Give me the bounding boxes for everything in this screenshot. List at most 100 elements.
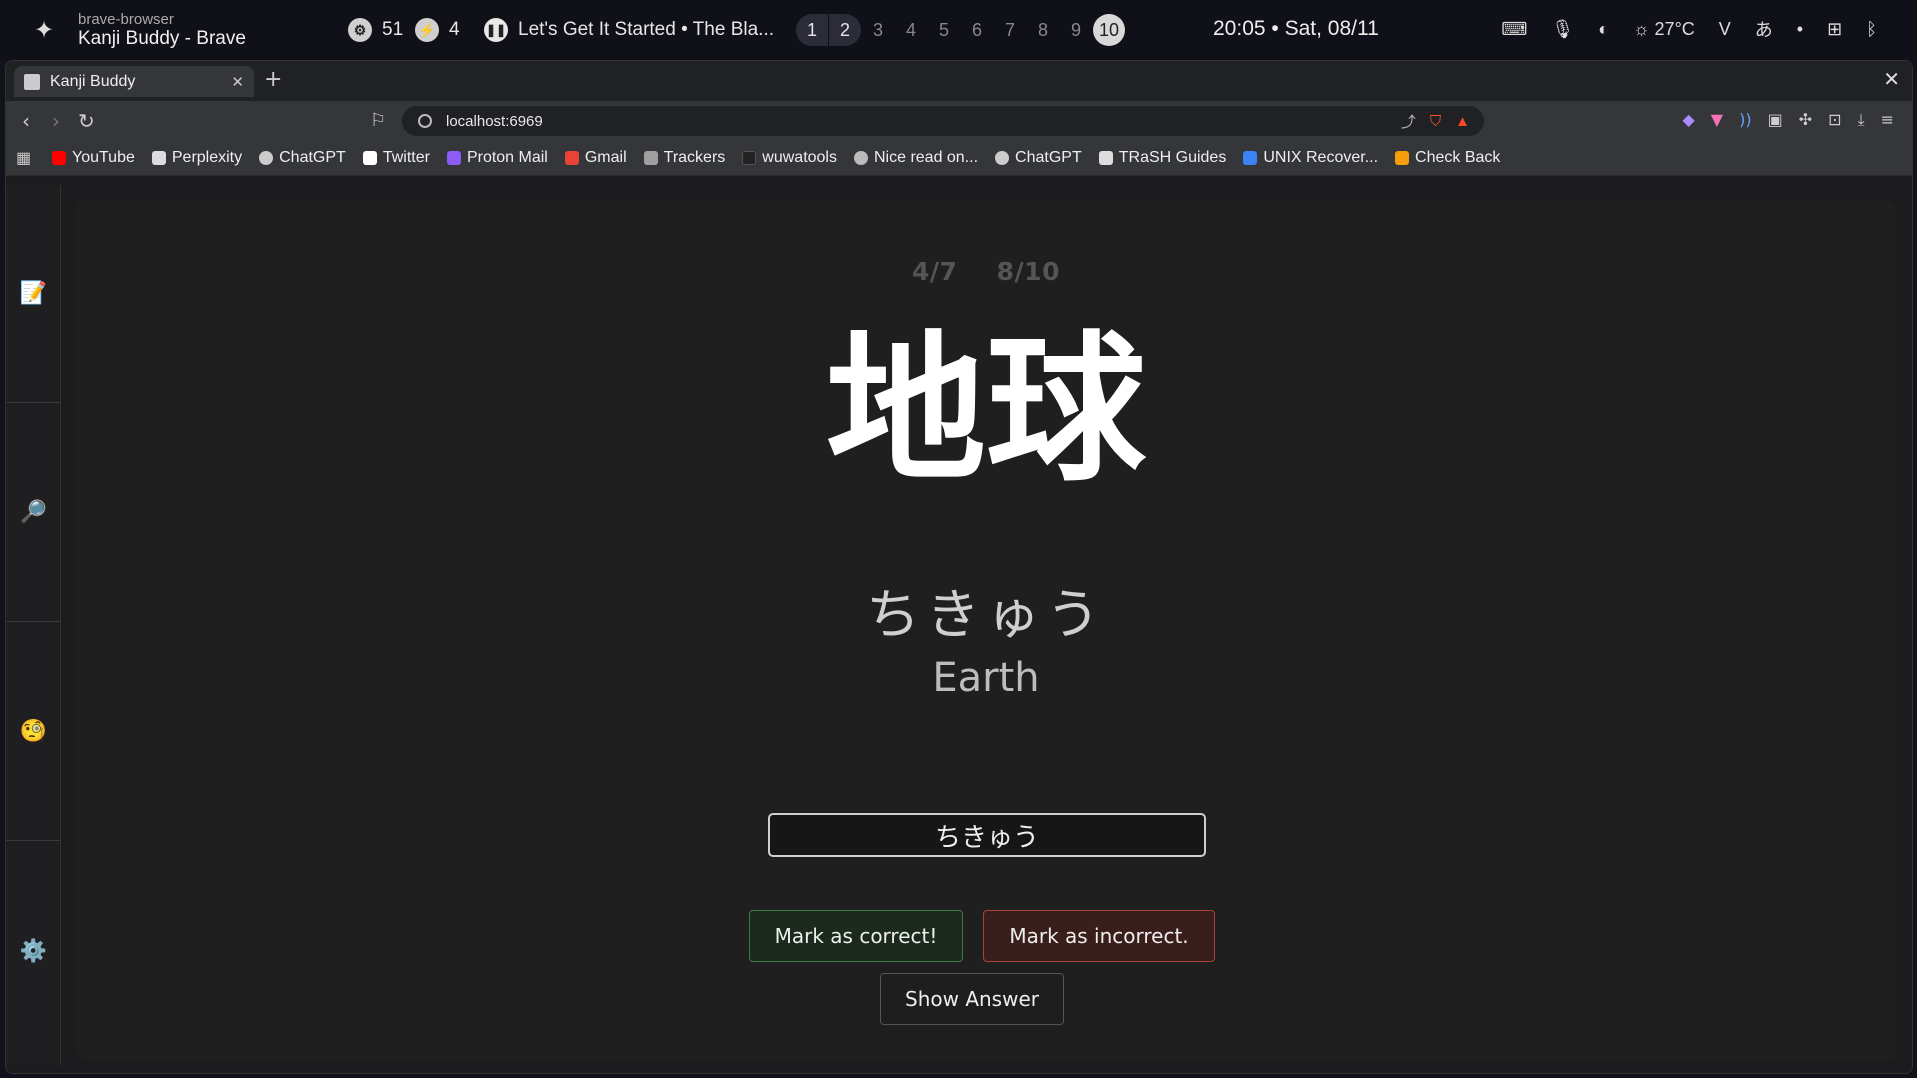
keyboard-icon[interactable]: ⌨ xyxy=(1501,19,1527,40)
vscode-tray-icon[interactable]: V xyxy=(1719,19,1731,40)
chatgpt-icon xyxy=(259,151,274,165)
apps-grid-icon[interactable]: ▦ xyxy=(16,148,36,168)
mark-incorrect-button[interactable]: Mark as incorrect. xyxy=(983,910,1215,962)
extensions-area: ◆ ▼ )) ▣ ✣ ⊡ ⤓ ≡ xyxy=(1682,110,1894,130)
address-bar[interactable]: localhost:6969 ⤴ ⛉ ▲ xyxy=(402,106,1484,136)
sidebar-item-search[interactable]: 🔎 xyxy=(6,404,61,622)
bookmark-nice-read[interactable]: Nice read on... xyxy=(853,149,978,167)
bookmark-icon[interactable]: ⚐ xyxy=(370,110,386,131)
bookmark-twitter[interactable]: Twitter xyxy=(362,149,430,167)
media-title: Let's Get It Started • The Bla... xyxy=(518,19,774,40)
pause-icon[interactable]: ❚❚ xyxy=(484,18,508,42)
extension-gem-icon[interactable]: ◆ xyxy=(1682,110,1694,130)
kana-reading: ちきゅう xyxy=(866,583,1106,646)
cpu-indicator: ⚙ 51 xyxy=(348,18,403,42)
answer-input[interactable] xyxy=(768,813,1206,857)
active-window-label: brave-browser Kanji Buddy - Brave xyxy=(78,12,246,48)
window-close-icon[interactable]: ✕ xyxy=(1883,67,1900,91)
menu-icon[interactable]: ≡ xyxy=(1881,110,1894,130)
workspace-2[interactable]: 2 xyxy=(829,14,861,46)
back-icon[interactable]: ‹ xyxy=(22,109,30,133)
workspace-1[interactable]: 1 xyxy=(796,14,828,46)
bookmark-youtube[interactable]: YouTube xyxy=(52,149,135,167)
check-back-icon xyxy=(1395,151,1410,165)
workspace-3[interactable]: 3 xyxy=(862,14,894,46)
workspace-5[interactable]: 5 xyxy=(928,14,960,46)
bookmark-trash-guides[interactable]: TRaSH Guides xyxy=(1098,149,1227,167)
active-window-title: Kanji Buddy - Brave xyxy=(78,28,246,49)
tab-strip: Kanji Buddy ✕ + ✕ xyxy=(6,61,1912,101)
dot-icon: • xyxy=(1796,18,1804,39)
cpu-icon: ⚙ xyxy=(348,18,372,42)
bookmark-perplexity[interactable]: Perplexity xyxy=(151,149,242,167)
bookmark-gmail[interactable]: Gmail xyxy=(564,149,627,167)
workspace-7[interactable]: 7 xyxy=(994,14,1026,46)
nice-read-icon xyxy=(853,151,868,165)
show-answer-button[interactable]: Show Answer xyxy=(880,973,1064,1025)
youtube-icon xyxy=(52,151,66,165)
bookmark-label: Check Back xyxy=(1415,149,1501,166)
workspace-10[interactable]: 10 xyxy=(1093,14,1125,46)
bookmark-proton-mail[interactable]: Proton Mail xyxy=(446,149,548,167)
bookmark-label: wuwatools xyxy=(762,149,837,166)
bookmark-label: Twitter xyxy=(382,149,430,166)
brave-shields-icon[interactable]: ⛉ xyxy=(1430,113,1441,130)
proton-icon xyxy=(446,151,461,165)
input-method-icon[interactable]: あ xyxy=(1755,16,1773,42)
workspace-switcher: 1 2 3 4 5 6 7 8 9 10 xyxy=(796,14,1126,46)
new-tab-icon[interactable]: + xyxy=(264,67,282,92)
app-sidebar: 📝 🔎 🧐 ⚙️ xyxy=(6,185,61,1065)
media-player[interactable]: ❚❚ Let's Get It Started • The Bla... xyxy=(484,18,774,42)
browser-toolbar: ‹ › ↻ ⚐ localhost:6969 ⤴ ⛉ ▲ ◆ ▼ )) ▣ ✣ … xyxy=(6,101,1912,141)
progress-counter-a: 4/7 xyxy=(912,257,958,286)
url-text: localhost:6969 xyxy=(446,112,543,130)
site-info-icon[interactable] xyxy=(418,114,432,128)
share-icon[interactable]: ⤴ xyxy=(1401,111,1416,132)
forward-icon[interactable]: › xyxy=(52,109,60,133)
active-window-class: brave-browser xyxy=(78,11,174,28)
bookmark-check-back[interactable]: Check Back xyxy=(1395,149,1500,167)
perplexity-icon xyxy=(151,151,166,165)
extension-filter-icon[interactable]: ▼ xyxy=(1711,110,1723,130)
downloads-icon[interactable]: ⤓ xyxy=(1858,110,1865,130)
bookmark-chatgpt[interactable]: ChatGPT xyxy=(259,149,346,167)
sidebar-item-settings[interactable]: ⚙️ xyxy=(6,842,61,1060)
launcher-icon[interactable]: ✦ xyxy=(34,16,54,45)
idle-inhibitor-icon[interactable]: ◐ xyxy=(1598,19,1609,40)
workspace-6[interactable]: 6 xyxy=(961,14,993,46)
workspace-9[interactable]: 9 xyxy=(1060,14,1092,46)
kanji-display: 地球 xyxy=(825,316,1146,503)
memo-icon: 📝 xyxy=(19,281,48,306)
microphone-icon[interactable]: 🎙 xyxy=(1551,19,1574,40)
extension-reader-icon[interactable]: ▣ xyxy=(1768,110,1783,130)
tab-close-icon[interactable]: ✕ xyxy=(231,73,244,91)
bookmark-label: TRaSH Guides xyxy=(1118,149,1227,166)
bookmark-label: YouTube xyxy=(72,149,135,166)
sidebar-item-quiz[interactable]: 🧐 xyxy=(6,623,61,841)
progress-counter-b: 8/10 xyxy=(996,257,1060,286)
magnifier-icon: 🔎 xyxy=(19,500,48,525)
sun-icon: ☼ xyxy=(1633,18,1650,39)
browser-window: Kanji Buddy ✕ + ✕ ‹ › ↻ ⚐ localhost:6969… xyxy=(5,60,1913,1074)
bookmark-label: UNIX Recover... xyxy=(1263,149,1379,166)
mark-correct-button[interactable]: Mark as correct! xyxy=(749,910,963,962)
bookmark-unix-recover[interactable]: UNIX Recover... xyxy=(1243,149,1378,167)
brave-rewards-icon[interactable]: ▲ xyxy=(1455,113,1470,130)
bluetooth-icon[interactable]: ᛒ xyxy=(1866,19,1877,40)
extension-audio-icon[interactable]: )) xyxy=(1739,110,1751,130)
sidebar-item-notes[interactable]: 📝 xyxy=(6,185,61,403)
tab-kanji-buddy[interactable]: Kanji Buddy ✕ xyxy=(14,66,254,97)
workspace-8[interactable]: 8 xyxy=(1027,14,1059,46)
bookmark-chatgpt-2[interactable]: ChatGPT xyxy=(995,149,1082,167)
bookmark-label: ChatGPT xyxy=(1015,149,1082,166)
screenshot-icon[interactable]: ⊡ xyxy=(1828,110,1841,130)
reload-icon[interactable]: ↻ xyxy=(78,109,95,133)
tab-favicon-icon xyxy=(24,73,40,90)
network-icon[interactable]: ⊞ xyxy=(1827,19,1842,40)
ram-icon: ⚡ xyxy=(415,18,439,42)
bookmark-wuwatools[interactable]: wuwatools xyxy=(742,149,837,167)
workspace-4[interactable]: 4 xyxy=(895,14,927,46)
extensions-icon[interactable]: ✣ xyxy=(1799,110,1812,130)
gmail-icon xyxy=(564,151,579,165)
bookmark-trackers[interactable]: Trackers xyxy=(643,149,725,167)
